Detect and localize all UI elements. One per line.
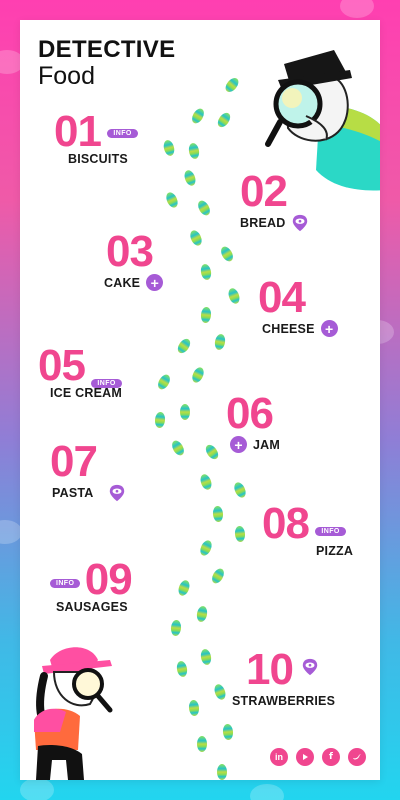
eye-icon[interactable] xyxy=(108,484,126,502)
item-label: STRAWBERRIES xyxy=(232,694,336,708)
background-paw-shape xyxy=(340,0,374,18)
item-number: 09 xyxy=(84,555,133,604)
plus-icon[interactable]: + xyxy=(146,274,164,291)
item-label: CHEESE xyxy=(262,321,315,336)
item-number: 08 xyxy=(262,499,310,548)
item-number: 06 xyxy=(226,389,274,438)
item-label: BREAD xyxy=(240,216,286,230)
item-label: SAUSAGES xyxy=(56,600,128,614)
item-label: JAM xyxy=(253,437,280,452)
list-item: 02 BREAD xyxy=(240,170,309,232)
youtube-icon[interactable] xyxy=(296,748,314,766)
list-item: INFO 09 SAUSAGES xyxy=(50,555,133,614)
social-links: in f xyxy=(270,748,366,766)
background-paw-shape xyxy=(20,778,54,800)
item-number: 05 xyxy=(38,341,86,390)
twitter-icon[interactable] xyxy=(348,748,366,766)
info-badge[interactable]: INFO xyxy=(50,579,81,589)
eye-icon[interactable] xyxy=(301,658,319,676)
list-item: 03 CAKE + xyxy=(104,227,164,291)
eye-icon[interactable] xyxy=(291,214,309,232)
item-label: PIZZA xyxy=(316,544,354,558)
list-item: 08 INFO PIZZA xyxy=(262,499,354,559)
background-paw-shape xyxy=(0,520,22,544)
item-number: 03 xyxy=(106,227,154,276)
item-label: CAKE xyxy=(104,275,141,290)
item-label: BISCUITS xyxy=(68,152,128,166)
list-item: 05 INFO ICE CREAM xyxy=(38,341,122,401)
item-number: 10 xyxy=(246,645,294,694)
plus-icon[interactable]: + xyxy=(230,436,247,453)
item-number: 04 xyxy=(258,273,306,322)
info-badge[interactable]: INFO xyxy=(315,527,346,537)
infographic-panel: DETECTIVE Food 01 INFO BISCUITS 02 BREAD… xyxy=(20,20,380,780)
item-number: 02 xyxy=(240,167,288,216)
facebook-icon[interactable]: f xyxy=(322,748,340,766)
list-item: 07 PASTA xyxy=(50,440,126,502)
info-badge[interactable]: INFO xyxy=(107,129,138,139)
list-item: 04 CHEESE + xyxy=(258,276,338,337)
plus-icon[interactable]: + xyxy=(320,320,338,337)
list-item: 01 INFO BISCUITS xyxy=(54,110,138,166)
item-number: 07 xyxy=(50,437,98,486)
item-number: 01 xyxy=(54,107,102,156)
info-badge[interactable]: INFO xyxy=(91,379,122,389)
list-item: 06 + JAM xyxy=(226,392,280,453)
linkedin-icon[interactable]: in xyxy=(270,748,288,766)
detective-character-bottom-left xyxy=(34,647,113,780)
item-label: ICE CREAM xyxy=(50,386,122,400)
list-item: 10 STRAWBERRIES xyxy=(232,645,336,709)
item-label: PASTA xyxy=(52,486,94,500)
page-background: DETECTIVE Food 01 INFO BISCUITS 02 BREAD… xyxy=(0,0,400,800)
background-paw-shape xyxy=(250,784,284,800)
